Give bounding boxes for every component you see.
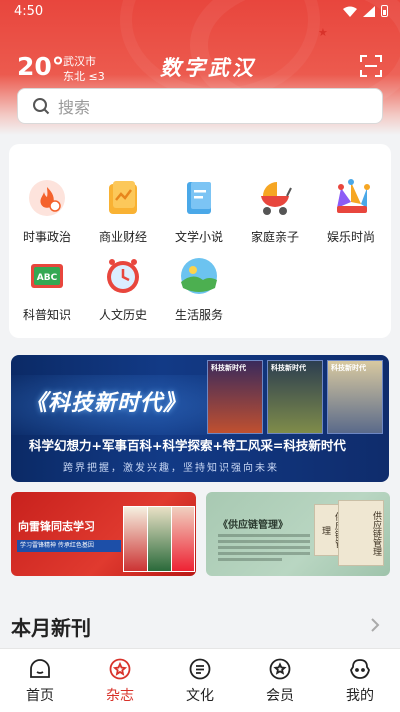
app-logo: 数字武汉 — [160, 55, 256, 80]
book-icon — [187, 182, 211, 214]
category-label: 商业财经 — [98, 230, 147, 244]
nav-label: 我的 — [346, 688, 374, 704]
promo-title: 向雷锋同志学习 — [18, 520, 95, 533]
promo-card-supply-chain[interactable]: 《供应链管理》 供应链管理 供应链管理 — [206, 492, 390, 576]
banner-subtitle: 科学幻想力+军事百科+科学探索+特工风采=科技新时代 — [29, 438, 346, 453]
abc-board-icon: ABC — [31, 264, 63, 288]
category-entertainment[interactable]: 娱乐时尚 — [313, 178, 389, 245]
magazine-flower-icon — [109, 658, 131, 680]
nav-profile[interactable]: 我的 — [330, 657, 390, 705]
magazine-cover: 科技新时代 — [267, 360, 323, 434]
culture-list-icon — [189, 658, 211, 680]
category-grid: 时事政治 商业财经 文学小说 家庭亲子 娱乐时尚 ABC 科普知识 人文历史 生… — [9, 144, 391, 338]
magazine-cover-title: 科技新时代 — [271, 364, 306, 372]
category-label: 文学小说 — [174, 230, 223, 244]
status-icons — [343, 5, 388, 17]
bottom-nav: 首页 杂志 文化 会员 我的 — [0, 648, 400, 712]
member-badge-icon — [269, 658, 291, 680]
profile-icon — [350, 659, 370, 679]
book-cover: 供应链管理 — [338, 500, 384, 566]
category-finance[interactable]: 商业财经 — [85, 178, 161, 245]
nav-culture[interactable]: 文化 — [170, 657, 230, 705]
magazine-cover — [171, 506, 195, 572]
category-label: 人文历史 — [98, 308, 147, 322]
weather-city[interactable]: 武汉市 — [63, 53, 96, 69]
magazine-cover: 科技新时代 — [327, 360, 383, 434]
promo-strip: 学习雷锋精神 传承红色基因 — [17, 540, 121, 552]
promo-text-block — [218, 534, 310, 564]
nav-home[interactable]: 首页 — [10, 657, 70, 705]
weather-temperature[interactable]: 20° — [17, 52, 64, 81]
promo-title: 《供应链管理》 — [218, 520, 288, 531]
svg-text:ABC: ABC — [37, 273, 58, 283]
signal-icon — [363, 5, 375, 17]
category-science[interactable]: ABC 科普知识 — [9, 256, 85, 323]
search-placeholder: 搜索 — [58, 98, 91, 117]
magazine-cover-title: 科技新时代 — [211, 364, 246, 372]
star-icon: ★ — [318, 26, 328, 39]
landscape-icon — [181, 258, 217, 294]
nav-label: 首页 — [26, 688, 54, 704]
nav-label: 文化 — [186, 688, 214, 704]
category-history[interactable]: 人文历史 — [85, 256, 161, 323]
header: 4:50 ★ 20° 武汉市 东北 ≤3 数字武汉 搜索 — [0, 0, 400, 135]
banner-title: 《科技新时代》 — [25, 391, 187, 416]
magazine-cover: 科技新时代 — [207, 360, 263, 434]
category-label: 家庭亲子 — [250, 230, 299, 244]
wifi-icon — [343, 6, 357, 17]
battery-icon — [381, 5, 388, 17]
promo-card-leifeng[interactable]: 向雷锋同志学习 学习雷锋精神 传承红色基因 — [11, 492, 196, 576]
chevron-right-icon[interactable] — [370, 617, 380, 633]
nav-label: 杂志 — [106, 688, 134, 704]
section-title: 本月新刊 — [11, 616, 91, 640]
jester-hat-icon — [337, 179, 370, 213]
category-politics[interactable]: 时事政治 — [9, 178, 85, 245]
nav-label: 会员 — [266, 688, 294, 704]
scan-icon[interactable] — [360, 55, 382, 77]
nav-magazine[interactable]: 杂志 — [90, 657, 150, 705]
category-label: 生活服务 — [174, 308, 223, 322]
status-bar: 4:50 — [0, 0, 400, 24]
clock-icon — [107, 259, 139, 293]
news-flame-icon — [29, 180, 65, 216]
category-label: 时事政治 — [22, 230, 71, 244]
category-literature[interactable]: 文学小说 — [161, 178, 237, 245]
nav-member[interactable]: 会员 — [250, 657, 310, 705]
category-label: 娱乐时尚 — [326, 230, 375, 244]
category-lifestyle[interactable]: 生活服务 — [161, 256, 237, 323]
home-face-icon — [30, 659, 50, 678]
search-icon — [33, 98, 50, 115]
finance-chart-icon — [109, 181, 137, 214]
status-time: 4:50 — [14, 4, 44, 19]
search-bar[interactable]: 搜索 — [17, 88, 383, 124]
banner-tagline: 跨界把握，激发兴趣，坚持知识强向未来 — [63, 463, 279, 474]
magazine-cover-title: 科技新时代 — [331, 364, 366, 372]
promo-banner[interactable]: 《科技新时代》 科技新时代 科技新时代 科技新时代 科学幻想力+军事百科+科学探… — [11, 355, 389, 482]
category-family[interactable]: 家庭亲子 — [237, 178, 313, 245]
category-label: 科普知识 — [22, 308, 71, 322]
weather-wind: 东北 ≤3 — [63, 70, 105, 83]
stroller-icon — [261, 182, 292, 215]
